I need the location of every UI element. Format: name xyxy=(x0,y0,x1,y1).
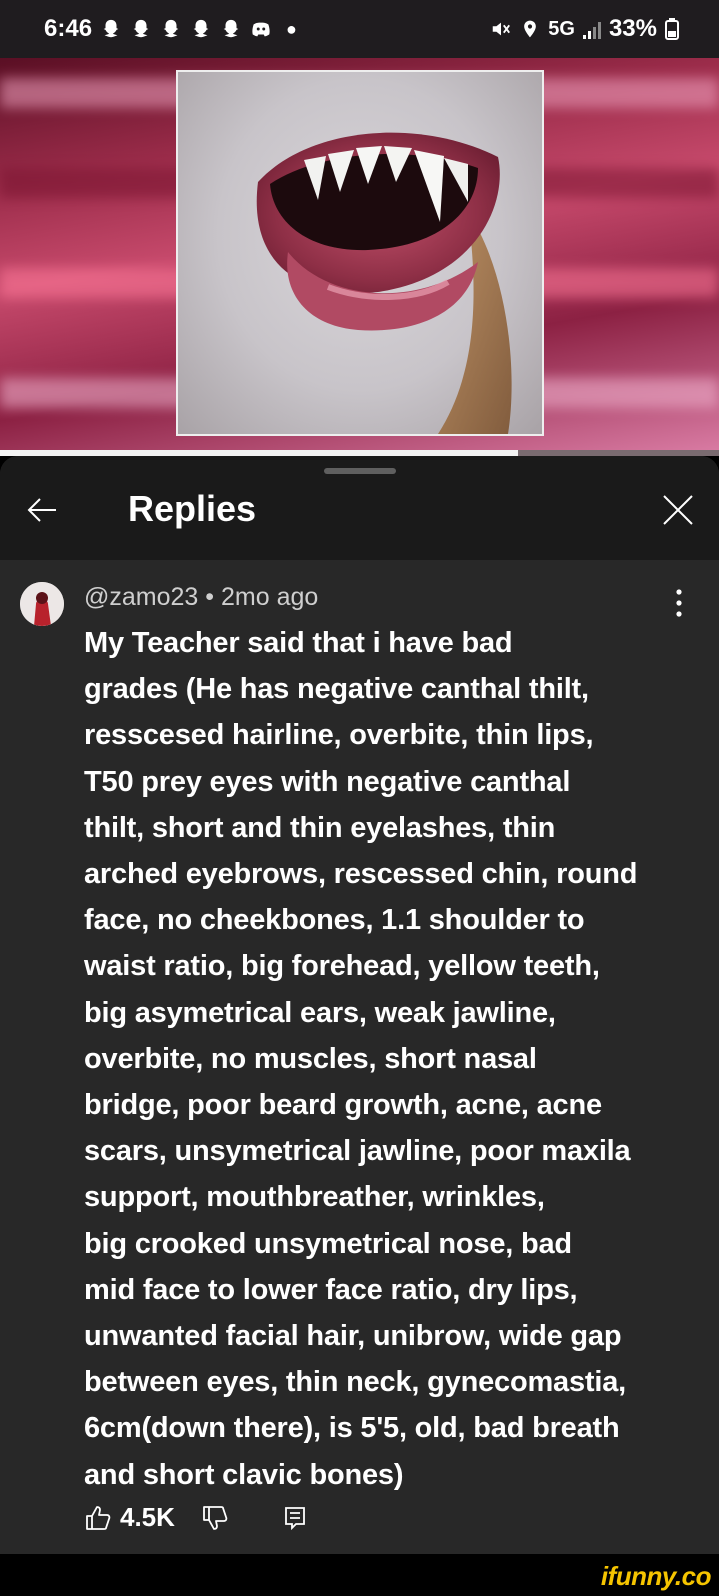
comment-text-line: thilt, short and thin eyelashes, thin xyxy=(84,811,556,844)
comment-author[interactable]: @zamo23 xyxy=(84,583,198,611)
comment-time: 2mo ago xyxy=(221,583,319,611)
snapchat-icon xyxy=(133,19,149,38)
snapchat-icon xyxy=(163,19,179,38)
battery-percent: 33% xyxy=(608,15,657,42)
avatar[interactable] xyxy=(20,582,64,626)
comment-text-line: arched eyebrows, rescessed chin, round xyxy=(84,858,638,891)
comment-text-line: big crooked unsymetrical nose, bad xyxy=(84,1227,572,1260)
more-options-icon[interactable] xyxy=(675,588,683,618)
snapchat-icon xyxy=(193,19,209,38)
signal-icon xyxy=(582,22,601,39)
status-left: 6:46 ● xyxy=(44,15,297,43)
fanged-mouth-image xyxy=(176,70,544,436)
comment-text-line: grades (He has negative canthal thilt, xyxy=(84,673,589,706)
comment-text-line: face, no cheekbones, 1.1 shoulder to xyxy=(84,904,585,937)
location-icon xyxy=(524,20,537,38)
replies-title: Replies xyxy=(128,488,257,529)
meta-separator: • xyxy=(205,583,215,611)
replies-panel: Replies @zamo23 • 2mo ago My Teacher sai… xyxy=(0,456,719,1596)
comment-text-line: support, mouthbreather, wrinkles, xyxy=(84,1181,545,1214)
comment-text-line: resscesed hairline, overbite, thin lips, xyxy=(84,719,594,752)
comment-text-line: bridge, poor beard growth, acne, acne xyxy=(84,1089,602,1122)
comment-text: My Teacher said that i have bad grades (H… xyxy=(84,620,684,1498)
comment-text-line: overbite, no muscles, short nasal xyxy=(84,1042,537,1075)
status-time: 6:46 xyxy=(44,15,93,42)
comment-text-line: T50 prey eyes with negative canthal xyxy=(84,765,571,798)
comment-text-line: big asymetrical ears, weak jawline, xyxy=(84,996,556,1029)
comment-text-line: mid face to lower face ratio, dry lips, xyxy=(84,1273,578,1306)
status-right: 5G 33% xyxy=(490,15,679,43)
comment-meta: @zamo23 • 2mo ago xyxy=(84,582,689,612)
comment-text-line: 6cm(down there), is 5'5, old, bad breath xyxy=(84,1412,620,1445)
mute-icon xyxy=(493,22,511,36)
drag-handle[interactable] xyxy=(324,468,396,474)
more-notifications-dot: ● xyxy=(286,18,297,39)
comment-text-line: My Teacher said that i have bad xyxy=(84,627,513,659)
comment-text-line: scars, unsymetrical jawline, poor maxila xyxy=(84,1135,631,1168)
comment-actions: 4.5K xyxy=(84,1502,309,1533)
comment-text-line: unwanted facial hair, unibrow, wide gap xyxy=(84,1320,622,1353)
comment-text-line: between eyes, thin neck, gynecomastia, xyxy=(84,1366,626,1399)
replies-header: Replies xyxy=(0,456,719,560)
thumbs-up-icon[interactable] xyxy=(84,1504,112,1532)
reply-icon[interactable] xyxy=(281,1504,309,1532)
comment: @zamo23 • 2mo ago My Teacher said that i… xyxy=(0,560,719,1498)
thumbs-down-icon[interactable] xyxy=(201,1504,229,1532)
status-bar: 6:46 ● 5G 33% xyxy=(0,0,719,58)
snapchat-icon xyxy=(103,19,119,38)
discord-icon xyxy=(252,22,270,37)
network-type: 5G xyxy=(548,17,575,40)
comment-text-line: and short clavic bones) xyxy=(84,1458,404,1491)
watermark-logo: ifunny.co xyxy=(600,1561,712,1591)
like-count: 4.5K xyxy=(120,1502,175,1532)
snapchat-icon xyxy=(223,19,239,38)
comment-text-line: waist ratio, big forehead, yellow teeth, xyxy=(84,950,600,983)
video-player[interactable] xyxy=(0,58,719,450)
close-icon[interactable] xyxy=(660,492,696,528)
battery-icon xyxy=(665,18,679,40)
arrow-left-icon[interactable] xyxy=(22,490,62,530)
